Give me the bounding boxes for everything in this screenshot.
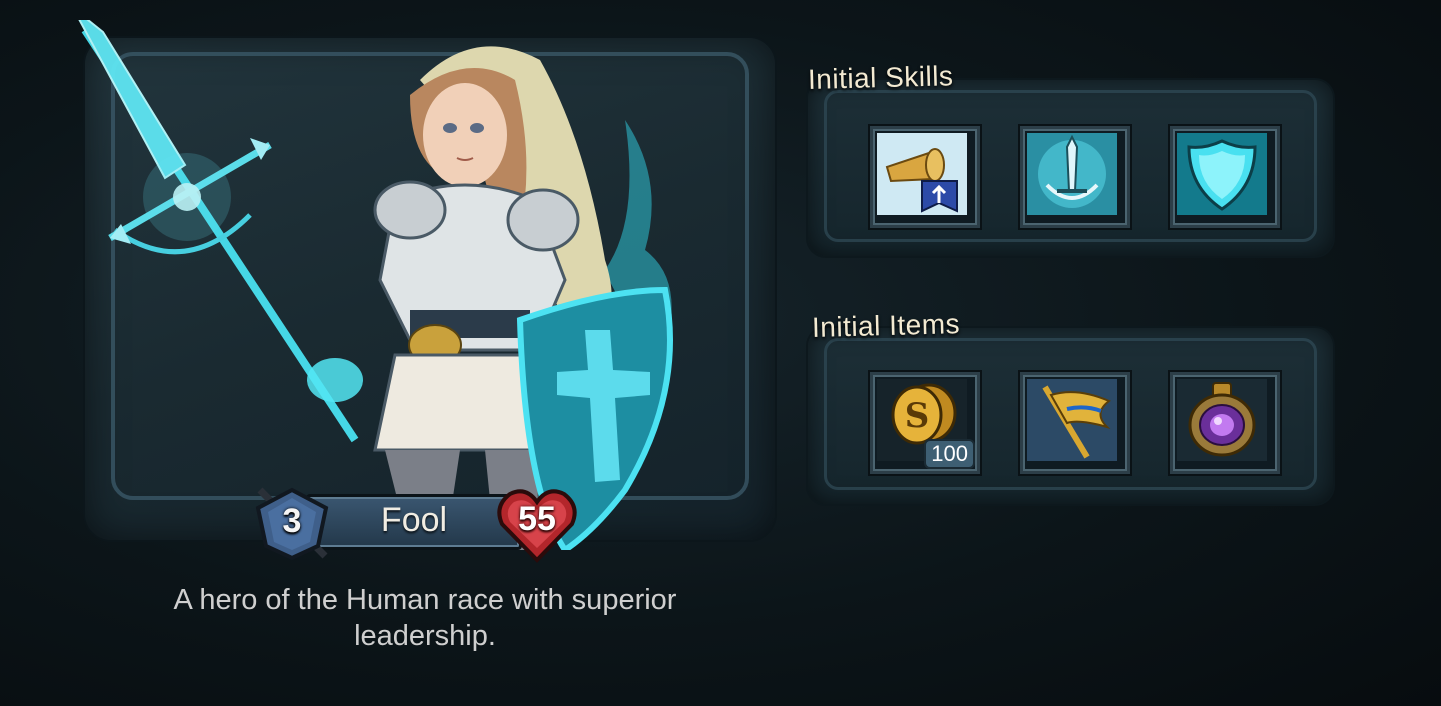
skill-slot-2[interactable] [1020,126,1130,228]
initial-skills-panel: Initial Skills [808,60,1333,258]
item-slot-3[interactable] [1170,372,1280,474]
item-quantity: 100 [924,439,975,469]
item-slot-1[interactable]: S 100 [870,372,980,474]
skills-title: Initial Skills [807,60,954,95]
item-slot-2[interactable] [1020,372,1130,474]
horn-banner-icon [877,133,967,215]
hero-name-bar: Fool 3 55 [238,462,583,563]
items-title: Initial Items [811,308,961,343]
name-plate: Fool [306,494,522,550]
hero-level: 3 [282,502,302,540]
golden-flag-icon [1027,379,1117,461]
skill-slot-1[interactable] [870,126,980,228]
initial-items-panel: Initial Items S 100 [808,308,1333,506]
purple-gem-amulet-icon [1177,379,1267,461]
skill-slot-3[interactable] [1170,126,1280,228]
svg-text:S: S [905,396,930,436]
hero-name: Fool [380,501,448,539]
hero-hp: 55 [518,500,556,538]
shield-icon [1177,133,1267,215]
hero-description: A hero of the Human race with superior l… [173,584,677,652]
sword-bow-icon [1027,133,1117,215]
